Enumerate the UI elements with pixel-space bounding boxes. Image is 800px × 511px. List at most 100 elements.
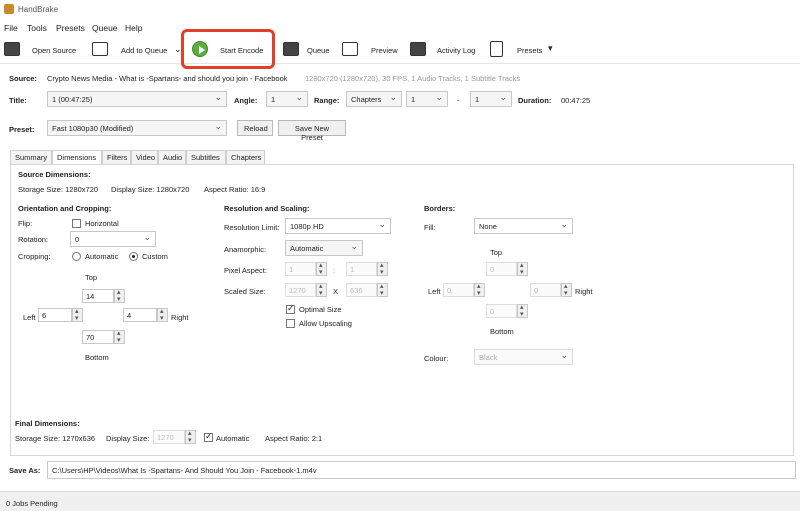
tab-filters[interactable]: Filters [102,150,131,164]
activity-log-icon[interactable] [410,42,426,56]
resolution-limit-select[interactable]: 1080p HD [285,218,391,234]
tab-subtitles[interactable]: Subtitles [186,150,226,164]
final-aspect-ratio: Aspect Ratio: 2:1 [265,434,323,443]
presets-dropdown-icon[interactable]: ▾ [548,43,553,54]
border-left-input[interactable]: 0 [443,283,474,297]
crop-right-input[interactable]: 4 [123,308,157,322]
duration-label: Duration: [518,96,552,105]
crop-custom-label: Custom [142,252,168,261]
crop-automatic-radio[interactable] [72,252,81,261]
flip-label: Flip: [18,219,33,228]
cropping-label: Cropping: [18,252,51,261]
pixel-aspect-separator: : [333,266,336,275]
crop-bottom-input[interactable]: 70 [82,330,114,344]
pixel-aspect-label: Pixel Aspect: [224,266,267,275]
menu-queue[interactable]: Queue [92,23,118,33]
status-bar: 0 Jobs Pending [0,491,800,511]
rotation-select[interactable]: 0 [70,231,156,247]
border-left-label: Left [428,287,441,296]
border-bottom-input[interactable]: 0 [486,304,517,318]
colour-label: Colour: [424,354,449,363]
pixel-aspect-width-input[interactable]: 1 [285,262,316,276]
presets-button[interactable]: Presets [517,46,542,55]
toolbar [0,36,800,64]
presets-icon[interactable] [490,41,503,57]
pixel-aspect-width-spinner[interactable] [316,261,327,276]
tab-video[interactable]: Video [131,150,158,164]
film-icon[interactable] [4,42,20,56]
range-from-select[interactable]: 1 [406,91,448,107]
tab-chapters[interactable]: Chapters [226,150,265,164]
pixel-aspect-height-spinner[interactable] [377,261,388,276]
save-new-preset-button[interactable]: Save New Preset [278,120,346,142]
final-automatic-checkbox[interactable] [204,431,213,442]
save-as-path-input[interactable]: C:\Users\HP\Videos\What Is -Spartans- An… [47,461,796,479]
crop-automatic-label: Automatic [85,252,119,261]
crop-left-input[interactable]: 6 [38,308,72,322]
window-title: HandBrake [18,5,59,14]
menu-tools[interactable]: Tools [27,23,47,33]
scaled-height-input[interactable]: 636 [346,283,377,297]
open-source-button[interactable]: Open Source [32,46,76,55]
colour-select[interactable]: Black [474,349,573,365]
save-as-label: Save As: [9,466,41,475]
title-select[interactable]: 1 (00:47:25) [47,91,227,107]
queue-button[interactable]: Queue [307,46,330,55]
scaled-width-input[interactable]: 1270 [285,283,316,297]
crop-top-spinner[interactable] [114,288,125,303]
pixel-aspect-height-input[interactable]: 1 [346,262,377,276]
fill-select[interactable]: None [474,218,573,234]
add-to-queue-button[interactable]: Add to Queue [121,46,167,55]
source-info: 1280x720 (1280x720), 30 FPS, 1 Audio Tra… [305,74,521,83]
anamorphic-label: Anamorphic: [224,245,267,254]
border-top-spinner[interactable] [517,261,528,276]
tab-audio[interactable]: Audio [158,150,186,164]
source-display-size: Display Size: 1280x720 [111,185,190,194]
menu-bar [0,20,800,36]
crop-bottom-label: Bottom [85,353,109,362]
border-bottom-spinner[interactable] [517,303,528,318]
crop-left-spinner[interactable] [72,307,83,322]
scaled-height-spinner[interactable] [377,282,388,297]
optimal-size-label: Optimal Size [299,305,342,314]
crop-left-label: Left [23,313,36,322]
range-to-select[interactable]: 1 [470,91,512,107]
allow-upscaling-checkbox[interactable] [286,319,295,328]
preset-select[interactable]: Fast 1080p30 (Modified) [47,120,227,136]
range-type-select[interactable]: Chapters [346,91,402,107]
border-left-spinner[interactable] [474,282,485,297]
crop-custom-radio[interactable] [129,252,138,261]
final-display-size-label: Display Size: [106,434,150,443]
reload-button[interactable]: Reload [237,120,273,136]
border-right-spinner[interactable] [561,282,572,297]
crop-bottom-spinner[interactable] [114,329,125,344]
final-display-size-spinner[interactable] [185,429,196,444]
range-separator: - [457,96,460,105]
tab-dimensions[interactable]: Dimensions [52,150,102,165]
scaled-x-label: X [333,287,339,296]
optimal-size-checkbox[interactable] [286,303,295,314]
range-label: Range: [314,96,340,105]
crop-right-spinner[interactable] [157,307,168,322]
final-storage-size: Storage Size: 1270x636 [15,434,96,443]
source-dimensions-title: Source Dimensions: [18,170,91,179]
menu-help[interactable]: Help [125,23,142,33]
anamorphic-select[interactable]: Automatic [285,240,363,256]
queue-icon[interactable] [283,42,299,56]
tab-summary[interactable]: Summary [10,150,52,164]
crop-top-input[interactable]: 14 [82,289,114,303]
add-to-queue-icon[interactable] [92,42,108,56]
scaled-width-spinner[interactable] [316,282,327,297]
scaled-size-label: Scaled Size: [224,287,266,296]
border-right-input[interactable]: 0 [530,283,561,297]
preview-icon[interactable] [342,42,358,56]
menu-presets[interactable]: Presets [56,23,85,33]
border-bottom-label: Bottom [490,327,514,336]
menu-file[interactable]: File [4,23,18,33]
border-top-input[interactable]: 0 [486,262,517,276]
flip-horizontal-checkbox[interactable] [72,219,81,228]
final-display-size-input[interactable]: 1270 [153,430,185,444]
activity-log-button[interactable]: Activity Log [437,46,475,55]
angle-select[interactable]: 1 [266,91,308,107]
preview-button[interactable]: Preview [371,46,398,55]
